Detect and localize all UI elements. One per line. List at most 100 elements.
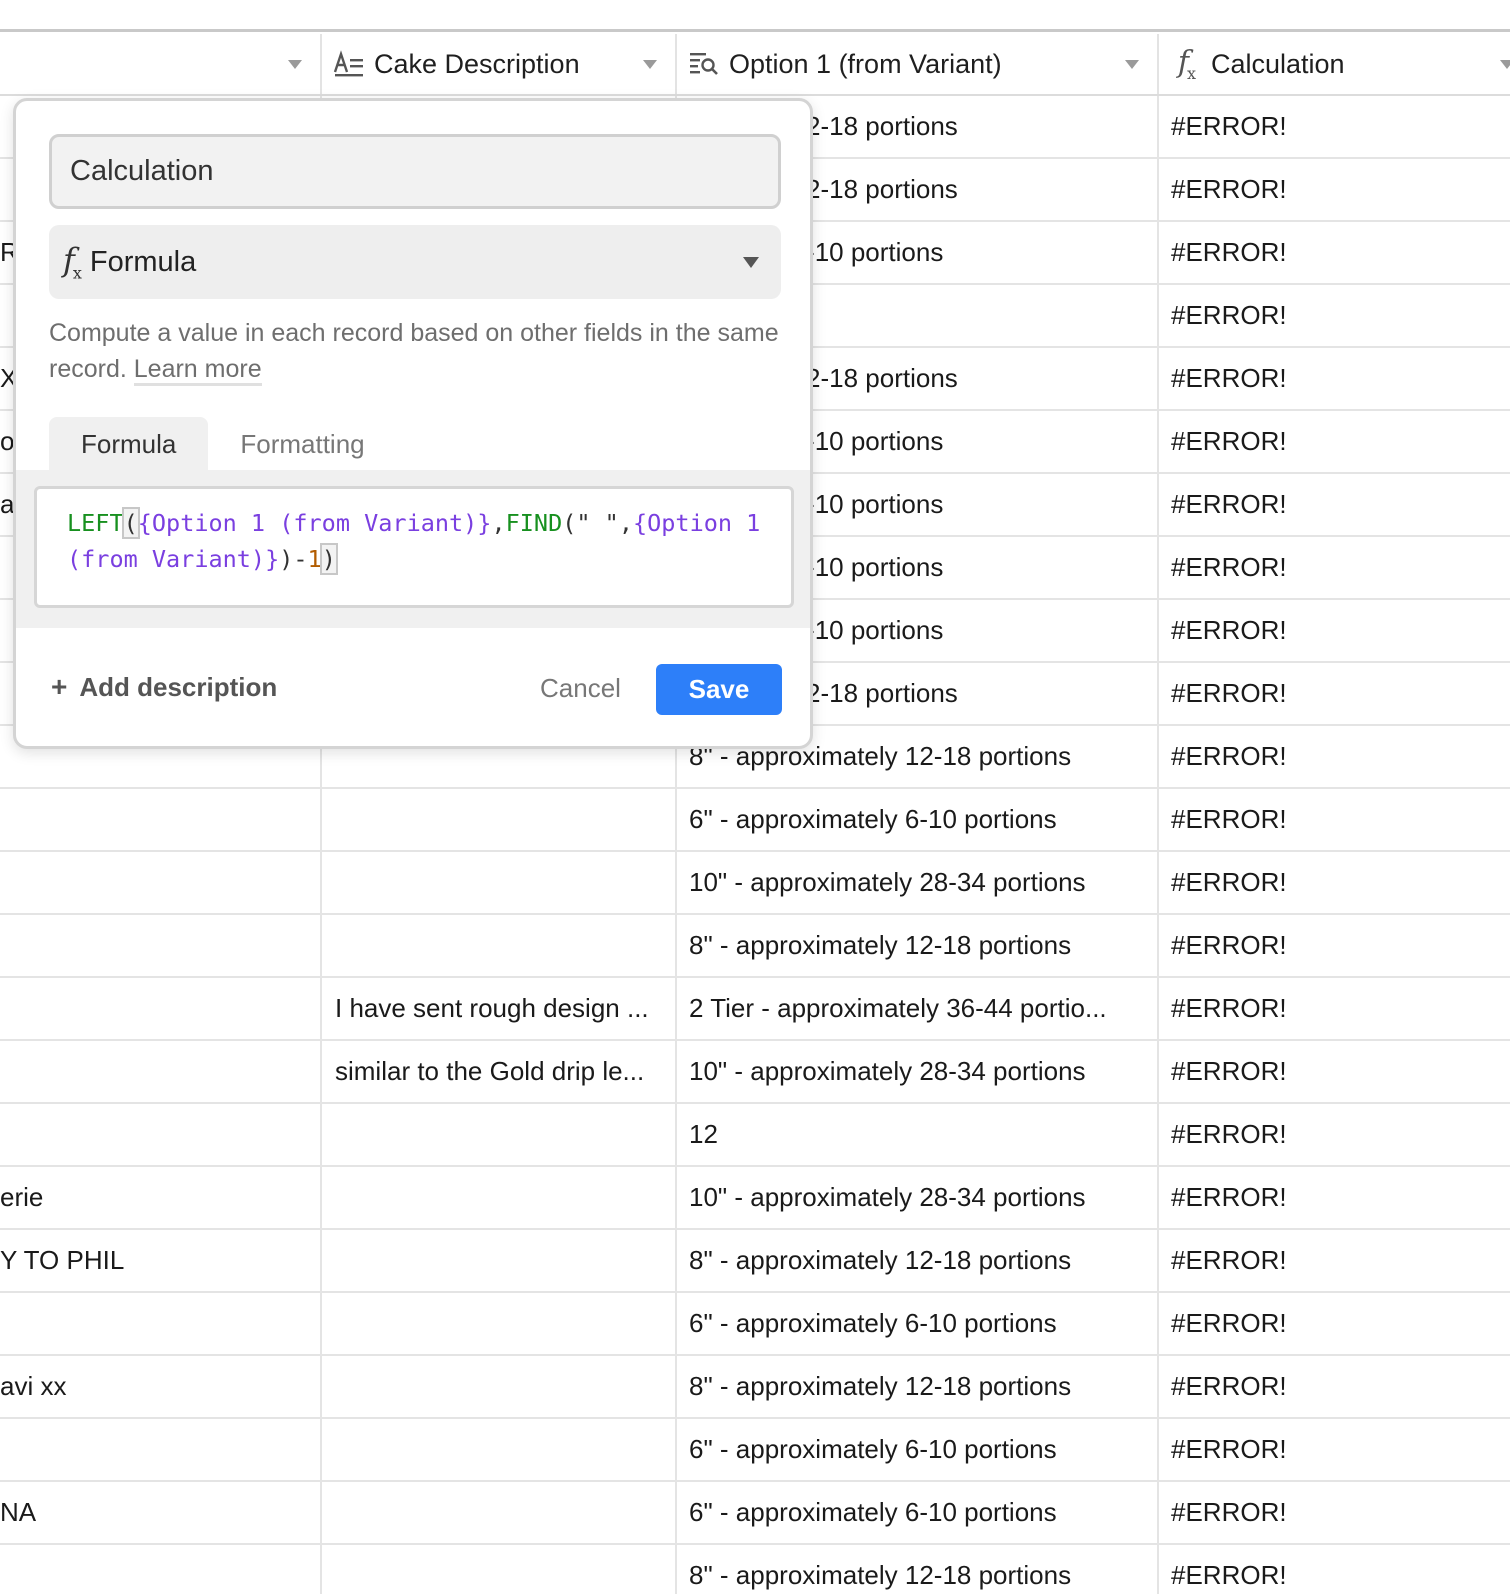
chevron-down-icon[interactable] [643, 60, 657, 69]
table-cell[interactable] [0, 1545, 322, 1594]
table-cell[interactable]: #ERROR! [1159, 1167, 1510, 1228]
table-cell[interactable]: #ERROR! [1159, 285, 1510, 346]
table-cell[interactable]: #ERROR! [1159, 159, 1510, 220]
table-cell[interactable]: #ERROR! [1159, 915, 1510, 976]
table-cell[interactable]: 6" - approximately 6-10 portions [677, 1419, 1159, 1480]
table-cell[interactable] [322, 852, 677, 913]
table-row[interactable]: 6" - approximately 6-10 portions #ERROR! [0, 789, 1510, 852]
table-cell[interactable]: NA [0, 1482, 322, 1543]
table-cell[interactable] [322, 1482, 677, 1543]
table-cell[interactable] [322, 1104, 677, 1165]
table-cell[interactable] [0, 1104, 322, 1165]
table-cell[interactable] [322, 1419, 677, 1480]
add-description-label: Add description [79, 671, 278, 702]
table-row[interactable]: 6" - approximately 6-10 portions #ERROR! [0, 1293, 1510, 1356]
table-cell[interactable] [322, 1356, 677, 1417]
table-cell[interactable]: 8" - approximately 12-18 portions [677, 1230, 1159, 1291]
table-cell[interactable] [0, 978, 322, 1039]
table-cell[interactable]: #ERROR! [1159, 1041, 1510, 1102]
table-row[interactable]: 6" - approximately 6-10 portions #ERROR! [0, 1419, 1510, 1482]
table-cell[interactable]: avi xx [0, 1356, 322, 1417]
table-cell[interactable]: 6" - approximately 6-10 portions [677, 789, 1159, 850]
table-cell[interactable] [0, 789, 322, 850]
table-cell[interactable]: I have sent rough design ... [322, 978, 677, 1039]
table-cell[interactable]: 10" - approximately 28-34 portions [677, 852, 1159, 913]
table-cell[interactable]: #ERROR! [1159, 1230, 1510, 1291]
table-cell[interactable]: 12 [677, 1104, 1159, 1165]
table-row[interactable]: erie 10" - approximately 28-34 portions #E… [0, 1167, 1510, 1230]
column-header-calculation[interactable]: fx Calculation [1159, 34, 1510, 94]
formula-comma: , [618, 509, 633, 537]
table-cell[interactable]: #ERROR! [1159, 474, 1510, 535]
table-row[interactable]: 12 #ERROR! [0, 1104, 1510, 1167]
table-cell[interactable] [0, 1293, 322, 1354]
table-cell[interactable] [322, 1167, 677, 1228]
formula-function: FIND [505, 509, 563, 537]
table-row[interactable]: Y TO PHIL 8" - approximately 12-18 portio… [0, 1230, 1510, 1293]
long-text-icon [332, 47, 366, 81]
table-cell[interactable] [322, 789, 677, 850]
table-cell[interactable] [322, 1293, 677, 1354]
formula-string: " " [576, 509, 619, 537]
save-button[interactable]: Save [656, 664, 782, 715]
table-cell[interactable] [322, 1545, 677, 1594]
formula-paren: ) [319, 543, 338, 575]
table-cell[interactable]: 8" - approximately 12-18 portions [677, 1356, 1159, 1417]
table-cell[interactable]: #ERROR! [1159, 1104, 1510, 1165]
table-cell[interactable] [322, 915, 677, 976]
column-header-label: Calculation [1211, 48, 1345, 79]
table-cell[interactable]: 10" - approximately 28-34 portions [677, 1041, 1159, 1102]
table-cell[interactable]: #ERROR! [1159, 537, 1510, 598]
formula-editor[interactable]: LEFT({Option 1 (from Variant)},FIND(" ",… [34, 486, 794, 608]
table-cell[interactable]: 2 Tier - approximately 36-44 portio... [677, 978, 1159, 1039]
table-row[interactable]: 10" - approximately 28-34 portions #ERROR… [0, 852, 1510, 915]
field-type-select[interactable]: fx Formula [49, 225, 781, 299]
table-cell[interactable]: #ERROR! [1159, 411, 1510, 472]
table-cell[interactable]: 6" - approximately 6-10 portions [677, 1482, 1159, 1543]
table-cell[interactable]: #ERROR! [1159, 1545, 1510, 1594]
table-row[interactable]: I have sent rough design ... 2 Tier - app… [0, 978, 1510, 1041]
table-cell[interactable]: #ERROR! [1159, 1356, 1510, 1417]
table-row[interactable]: similar to the Gold drip le... 10" - appr… [0, 1041, 1510, 1104]
table-cell[interactable]: #ERROR! [1159, 789, 1510, 850]
chevron-down-icon[interactable] [1125, 60, 1139, 69]
table-cell[interactable]: #ERROR! [1159, 600, 1510, 661]
table-cell[interactable]: similar to the Gold drip le... [322, 1041, 677, 1102]
column-header-option-1[interactable]: Option 1 (from Variant) [677, 34, 1159, 94]
table-cell[interactable]: 10" - approximately 28-34 portions [677, 1167, 1159, 1228]
add-description-button[interactable]: + Add description [51, 671, 277, 703]
table-cell[interactable]: erie [0, 1167, 322, 1228]
column-header-primary[interactable] [0, 34, 322, 94]
learn-more-link[interactable]: Learn more [133, 355, 262, 386]
table-cell[interactable]: #ERROR! [1159, 1419, 1510, 1480]
field-name-input[interactable]: Calculation [49, 134, 781, 209]
column-header-cake-description[interactable]: Cake Description [322, 34, 677, 94]
table-cell[interactable]: #ERROR! [1159, 222, 1510, 283]
table-cell[interactable]: Y TO PHIL [0, 1230, 322, 1291]
tab-formatting[interactable]: Formatting [208, 417, 396, 471]
table-row[interactable]: 8" - approximately 12-18 portions #ERROR! [0, 915, 1510, 978]
table-cell[interactable] [0, 1419, 322, 1480]
table-cell[interactable]: #ERROR! [1159, 96, 1510, 157]
table-cell[interactable] [0, 1041, 322, 1102]
table-cell[interactable]: #ERROR! [1159, 348, 1510, 409]
table-cell[interactable]: #ERROR! [1159, 726, 1510, 787]
table-cell[interactable]: #ERROR! [1159, 978, 1510, 1039]
table-row[interactable]: avi xx 8" - approximately 12-18 portions #… [0, 1356, 1510, 1419]
table-cell[interactable] [322, 1230, 677, 1291]
table-row[interactable]: NA 6" - approximately 6-10 portions #ERROR… [0, 1482, 1510, 1545]
table-cell[interactable]: #ERROR! [1159, 1482, 1510, 1543]
cancel-button[interactable]: Cancel [540, 673, 621, 704]
table-cell[interactable] [0, 915, 322, 976]
chevron-down-icon[interactable] [288, 60, 302, 69]
chevron-down-icon[interactable] [1500, 60, 1510, 69]
table-cell[interactable]: 6" - approximately 6-10 portions [677, 1293, 1159, 1354]
table-cell[interactable]: 8" - approximately 12-18 portions [677, 1545, 1159, 1594]
table-cell[interactable]: #ERROR! [1159, 1293, 1510, 1354]
table-cell[interactable]: 8" - approximately 12-18 portions [677, 915, 1159, 976]
table-cell[interactable]: #ERROR! [1159, 852, 1510, 913]
table-row[interactable]: 8" - approximately 12-18 portions #ERROR! [0, 1545, 1510, 1594]
tab-formula[interactable]: Formula [49, 417, 209, 471]
table-cell[interactable]: #ERROR! [1159, 663, 1510, 724]
table-cell[interactable] [0, 852, 322, 913]
